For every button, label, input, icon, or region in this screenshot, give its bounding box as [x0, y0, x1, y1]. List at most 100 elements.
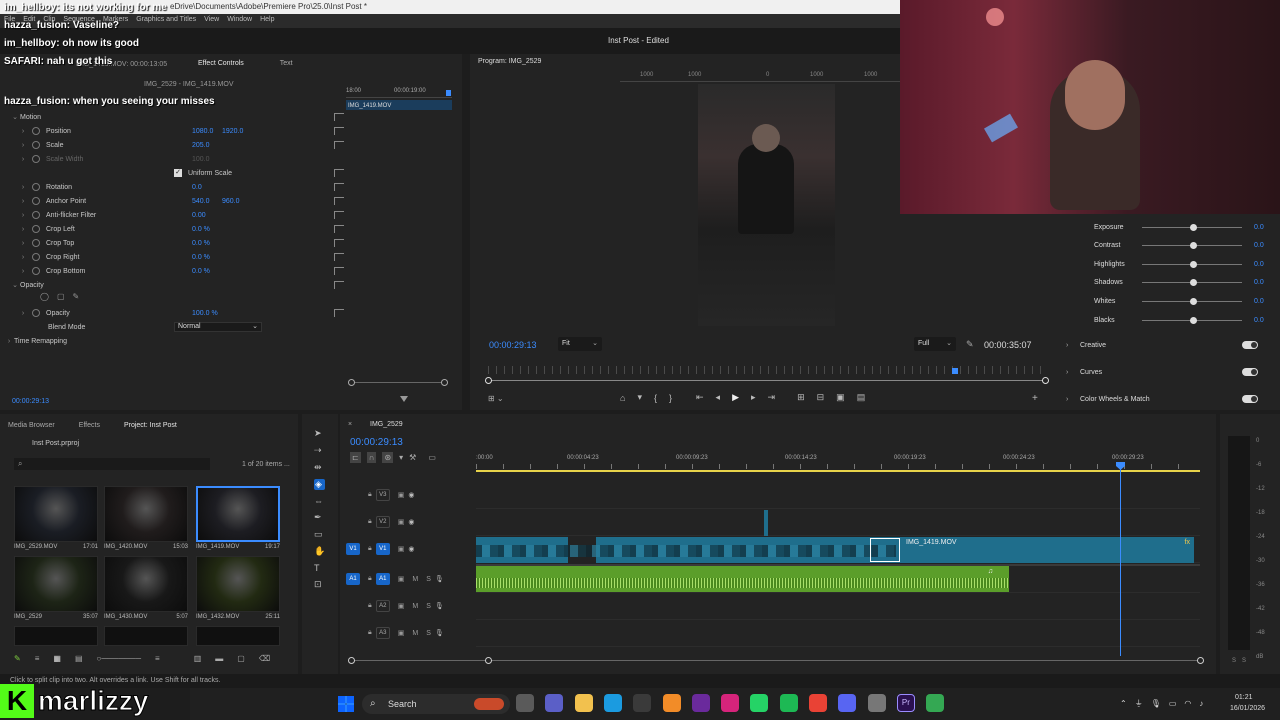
pen-tool-icon[interactable]: ✒ — [314, 512, 325, 523]
menu-view[interactable]: View — [204, 16, 219, 23]
volume-icon[interactable]: ♪ — [1199, 699, 1203, 708]
sync-lock-icon[interactable]: ▣ — [398, 545, 405, 553]
slider-knob[interactable] — [1190, 223, 1197, 231]
opacity-row[interactable]: › Opacity 100.0 % — [4, 306, 344, 320]
reset-icon[interactable] — [334, 281, 344, 289]
property-value[interactable]: 0.0 % — [192, 240, 222, 247]
stopwatch-icon[interactable] — [32, 225, 40, 233]
mute-icon[interactable]: M — [412, 603, 418, 610]
timeline-h-scrollbar[interactable] — [348, 657, 1204, 664]
fit-dropdown[interactable]: Fit ⌄ — [558, 337, 602, 351]
sort-icon[interactable]: ≡ — [155, 654, 160, 663]
add-marker-icon[interactable]: ▾ — [399, 453, 403, 462]
chevron-right-icon[interactable]: › — [18, 142, 28, 149]
timeline-settings-icon[interactable]: ⚒ — [409, 453, 416, 462]
property-row[interactable]: › Scale Width 100.0 — [4, 152, 344, 166]
mic-icon[interactable]: 🎙︎ — [435, 575, 444, 583]
menu-help[interactable]: Help — [260, 16, 274, 23]
solo-icon[interactable]: S — [426, 603, 431, 610]
selected-clip[interactable] — [870, 538, 900, 562]
lock-icon[interactable]: 🔒︎ — [368, 575, 372, 583]
stopwatch-icon[interactable] — [32, 211, 40, 219]
zoom-slider[interactable]: ○─────── — [97, 654, 142, 663]
property-row[interactable]: › Crop Top 0.0 % — [4, 236, 344, 250]
add-button-icon[interactable]: + — [1032, 393, 1038, 404]
program-scrubber[interactable] — [485, 366, 1049, 384]
v2-clip-sliver[interactable] — [764, 510, 768, 536]
v1-clip-track[interactable]: IMG_1419.MOV fx — [476, 537, 1194, 563]
lock-icon[interactable]: 🔒︎ — [368, 518, 372, 526]
timeline-timecode[interactable]: 00:00:29:13 — [350, 437, 403, 448]
track-lane[interactable] — [476, 594, 1200, 620]
reset-icon[interactable] — [334, 239, 344, 247]
property-value[interactable]: 540.0 — [192, 198, 222, 205]
property-row[interactable]: › Crop Left 0.0 % — [4, 222, 344, 236]
browser-icon[interactable] — [662, 694, 681, 712]
project-item-thumbnail[interactable] — [14, 556, 98, 612]
mark-out-icon[interactable]: } — [669, 393, 672, 403]
trash-icon[interactable]: ⌫ — [259, 654, 270, 663]
motion-section[interactable]: ⌄ Motion — [4, 110, 344, 124]
lock-icon[interactable]: 🔒︎ — [368, 629, 372, 637]
track-target[interactable]: A3 — [375, 627, 390, 639]
chevron-right-icon[interactable]: › — [1066, 369, 1080, 376]
display-icon[interactable]: ▭ — [1169, 699, 1177, 708]
chevron-right-icon[interactable]: › — [18, 128, 28, 135]
program-timecode[interactable]: 00:00:29:13 — [489, 340, 537, 350]
pen-mask-icon[interactable]: ✎ — [73, 292, 80, 301]
chevron-up-icon[interactable]: ⌃ — [1120, 699, 1127, 708]
chevron-right-icon[interactable]: › — [18, 198, 28, 205]
premiere-pro-icon[interactable]: Pr — [896, 694, 915, 712]
sync-lock-icon[interactable]: ▣ — [398, 629, 405, 637]
lumetri-section-creative[interactable]: › Creative — [1066, 336, 1266, 354]
stopwatch-icon[interactable] — [32, 197, 40, 205]
new-bin-icon[interactable]: ▬ — [215, 654, 223, 663]
tab-media-browser[interactable]: Media Browser — [0, 422, 63, 429]
ripple-edit-icon[interactable]: ⇹ — [314, 462, 325, 473]
property-value[interactable]: 205.0 — [192, 142, 222, 149]
lumetri-value[interactable]: 0.0 — [1254, 242, 1264, 249]
program-playhead[interactable] — [952, 368, 958, 374]
chevron-right-icon[interactable]: › — [18, 184, 28, 191]
chevron-right-icon[interactable]: › — [18, 156, 28, 163]
whatsapp-icon[interactable] — [750, 694, 769, 712]
mute-icon[interactable]: M — [412, 630, 418, 637]
project-item-thumbnail[interactable] — [104, 556, 188, 612]
chrome-icon[interactable] — [926, 694, 945, 712]
file-explorer-icon[interactable] — [574, 694, 593, 712]
mic-icon[interactable]: 🎙︎ — [435, 629, 444, 637]
ec-clip-bar[interactable]: IMG_1419.MOV — [346, 100, 452, 110]
source-label[interactable]: IMG_2529 - IMG_1419.MOV — [144, 81, 233, 88]
reset-icon[interactable] — [334, 309, 344, 317]
source-patch[interactable]: A1 — [346, 573, 360, 585]
section-toggle[interactable] — [1242, 395, 1258, 403]
lumetri-value[interactable]: 0.0 — [1254, 317, 1264, 324]
section-toggle[interactable] — [1242, 368, 1258, 376]
pencil-icon[interactable]: ✎ — [14, 654, 21, 663]
mic-icon[interactable]: 🎙 — [1151, 699, 1161, 708]
track-lane[interactable] — [476, 621, 1200, 647]
chevron-right-icon[interactable]: ⌄ — [10, 113, 20, 121]
tab-effects[interactable]: Effects — [71, 422, 108, 429]
clock-time[interactable]: 01:21 — [1235, 694, 1253, 701]
razor-tool-icon[interactable]: ◈ — [314, 479, 326, 490]
track-lane[interactable] — [476, 483, 1200, 509]
slider-knob[interactable] — [1190, 316, 1197, 324]
property-value[interactable]: 100.0 % — [192, 310, 222, 317]
lock-icon[interactable]: 🔒︎ — [368, 491, 372, 499]
captions-icon[interactable]: ▭ — [428, 453, 436, 462]
wifi-icon[interactable]: ◠ — [1184, 699, 1191, 708]
reset-icon[interactable] — [334, 127, 344, 135]
edge-icon[interactable] — [603, 694, 622, 712]
reset-icon[interactable] — [334, 197, 344, 205]
stopwatch-icon[interactable] — [32, 267, 40, 275]
export-frame-icon[interactable]: ▣ — [836, 392, 845, 403]
timeline-title[interactable]: IMG_2529 — [370, 421, 403, 428]
chrome-icon[interactable] — [809, 694, 827, 712]
program-video-frame[interactable] — [698, 84, 835, 326]
stopwatch-icon[interactable] — [32, 309, 40, 317]
icon-view-icon[interactable]: ▦ — [53, 654, 61, 663]
project-item-thumbnail[interactable] — [14, 486, 98, 542]
chevron-right-icon[interactable]: › — [18, 212, 28, 219]
extract-icon[interactable]: ⊟ — [817, 392, 825, 403]
